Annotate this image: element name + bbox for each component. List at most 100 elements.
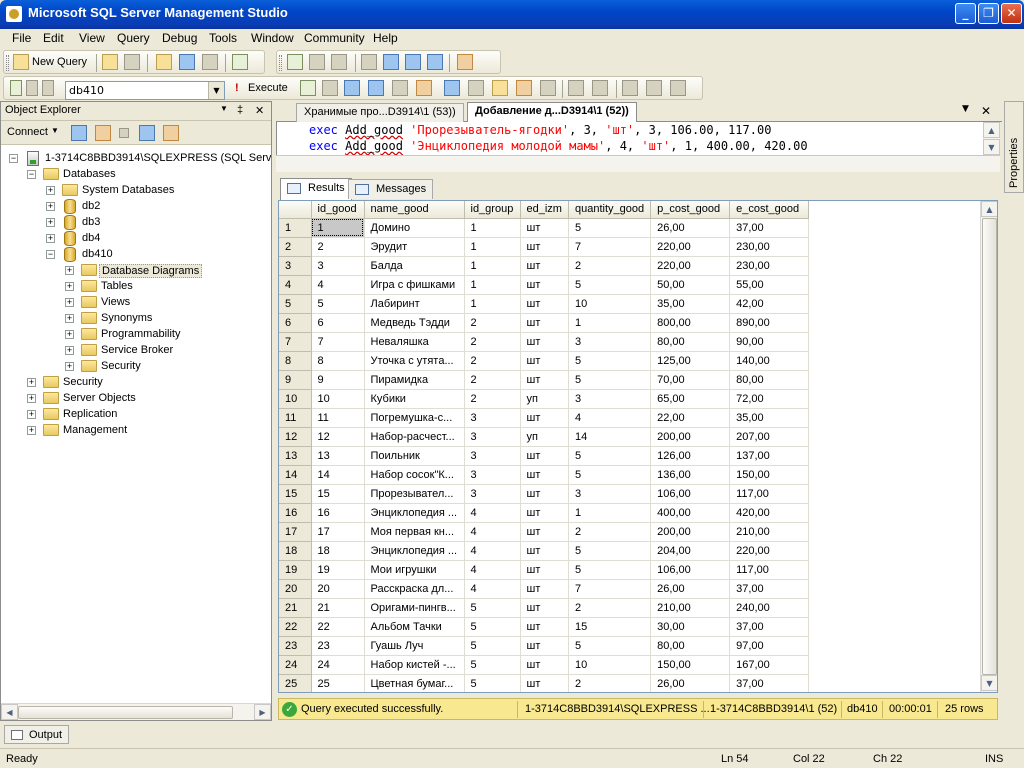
column-header[interactable]: e_cost_good (729, 201, 810, 219)
table-cell[interactable]: 2 (568, 522, 652, 542)
chevron-down-icon[interactable]: ▼ (51, 126, 59, 135)
table-cell[interactable]: 13 (311, 446, 365, 466)
scroll-up-icon[interactable]: ▲ (983, 122, 1000, 138)
table-cell[interactable]: 210,00 (729, 522, 810, 542)
table-cell[interactable]: 137,00 (729, 446, 810, 466)
expand-icon[interactable]: + (65, 362, 74, 371)
menu-community[interactable]: Community (304, 31, 365, 45)
expand-icon[interactable]: + (65, 330, 74, 339)
sql-editor[interactable]: exec Add_good 'Прорезыватель-ягодки', 3,… (276, 122, 1000, 155)
row-number-cell[interactable]: 24 (279, 655, 312, 675)
breakpoints-icon[interactable] (457, 54, 473, 70)
disconnect-server-icon[interactable] (95, 125, 111, 141)
menu-tools[interactable]: Tools (209, 31, 237, 45)
table-cell[interactable]: 11 (311, 408, 365, 428)
menu-debug[interactable]: Debug (162, 31, 197, 45)
row-number-cell[interactable]: 9 (279, 370, 312, 390)
table-cell[interactable]: уп (520, 389, 569, 409)
pin-icon[interactable]: ‡ (237, 104, 243, 116)
pause-icon[interactable] (309, 54, 325, 70)
table-cell[interactable]: шт (520, 218, 569, 238)
row-number-cell[interactable]: 22 (279, 617, 312, 637)
row-number-cell[interactable]: 21 (279, 598, 312, 618)
table-cell[interactable]: шт (520, 655, 569, 675)
table-cell[interactable]: Погремушка-с... (364, 408, 465, 428)
table-cell[interactable]: шт (520, 522, 569, 542)
table-cell[interactable]: 200,00 (650, 427, 731, 447)
table-cell[interactable]: 220,00 (650, 237, 731, 257)
expand-icon[interactable]: + (65, 282, 74, 291)
table-cell[interactable]: 3 (464, 465, 521, 485)
display-plan-icon[interactable] (368, 80, 384, 96)
table-cell[interactable]: шт (520, 237, 569, 257)
table-cell[interactable]: 80,00 (650, 332, 731, 352)
table-cell[interactable]: Энциклопедия ... (364, 503, 465, 523)
tab-add-data[interactable]: Добавление д...D3914\1 (52)) (467, 102, 637, 123)
table-cell[interactable]: 400,00 (650, 503, 731, 523)
table-cell[interactable]: 230,00 (729, 237, 810, 257)
table-cell[interactable]: 37,00 (729, 674, 810, 692)
dropdown-icon[interactable]: ▼ (220, 104, 228, 113)
table-cell[interactable]: Энциклопедия ... (364, 541, 465, 561)
table-cell[interactable]: 9 (311, 370, 365, 390)
collapse-icon[interactable]: − (27, 170, 36, 179)
table-row[interactable]: 6 6 Медведь Тэдди 2 шт 1 800,00 890,00 (279, 313, 810, 333)
query-designer-icon[interactable] (392, 80, 408, 96)
table-cell[interactable]: 5 (568, 351, 652, 371)
table-row[interactable]: 21 21 Оригами-пингв... 5 шт 2 210,00 240,00 (279, 598, 810, 618)
database-select[interactable]: db410 ▼ (65, 81, 225, 100)
close-tab-icon[interactable]: ✕ (981, 104, 991, 118)
decrease-indent-icon[interactable] (622, 80, 638, 96)
table-cell[interactable]: 16 (311, 503, 365, 523)
scroll-right-icon[interactable]: ▶ (254, 704, 271, 720)
table-cell[interactable]: 220,00 (729, 541, 810, 561)
comment-icon[interactable] (568, 80, 584, 96)
table-cell[interactable]: шт (520, 503, 569, 523)
table-cell[interactable]: 1 (464, 275, 521, 295)
table-cell[interactable]: 1 (568, 313, 652, 333)
table-cell[interactable]: 3 (464, 408, 521, 428)
table-cell[interactable]: 18 (311, 541, 365, 561)
table-cell[interactable]: 7 (311, 332, 365, 352)
increase-indent-icon[interactable] (646, 80, 662, 96)
table-cell[interactable]: 65,00 (650, 389, 731, 409)
table-cell[interactable]: 4 (464, 579, 521, 599)
disconnect-icon[interactable] (42, 80, 54, 96)
table-cell[interactable]: 3 (568, 332, 652, 352)
table-cell[interactable]: 4 (464, 541, 521, 561)
table-cell[interactable]: 5 (568, 370, 652, 390)
menu-query[interactable]: Query (117, 31, 150, 45)
table-cell[interactable]: 5 (464, 655, 521, 675)
tab-messages[interactable]: Messages (348, 179, 434, 199)
specify-values-icon[interactable] (670, 80, 686, 96)
collapse-icon[interactable]: − (9, 154, 18, 163)
row-number-cell[interactable]: 1 (279, 218, 312, 238)
table-cell[interactable]: Мои игрушки (364, 560, 465, 580)
expand-icon[interactable]: + (65, 266, 74, 275)
minimize-button[interactable]: _ (955, 3, 976, 24)
table-cell[interactable]: Расскраска дл... (364, 579, 465, 599)
table-cell[interactable]: Гуашь Луч (364, 636, 465, 656)
table-cell[interactable]: 8 (311, 351, 365, 371)
connect-button[interactable]: Connect (7, 126, 48, 138)
print-icon[interactable] (202, 54, 218, 70)
table-cell[interactable]: 2 (464, 332, 521, 352)
execute-icon[interactable]: ! (235, 82, 239, 94)
table-cell[interactable]: 15 (568, 617, 652, 637)
execute-button[interactable]: Execute (248, 82, 288, 94)
table-cell[interactable]: шт (520, 598, 569, 618)
table-cell[interactable]: 106,00 (650, 560, 731, 580)
table-cell[interactable]: 22,00 (650, 408, 731, 428)
properties-side-tab[interactable]: Properties (1004, 101, 1024, 193)
table-row[interactable]: 7 7 Неваляшка 2 шт 3 80,00 90,00 (279, 332, 810, 352)
table-cell[interactable]: 106,00 (650, 484, 731, 504)
chevron-down-icon[interactable]: ▼ (208, 82, 224, 99)
table-cell[interactable]: 4 (311, 275, 365, 295)
table-cell[interactable]: 207,00 (729, 427, 810, 447)
menu-file[interactable]: File (12, 31, 31, 45)
output-tab[interactable]: Output (4, 725, 70, 744)
table-row[interactable]: 14 14 Набор сосок"К... 3 шт 5 136,00 150,00 (279, 465, 810, 485)
row-number-cell[interactable]: 12 (279, 427, 312, 447)
table-cell[interactable]: 117,00 (729, 560, 810, 580)
scrollbar-thumb[interactable] (18, 706, 233, 719)
